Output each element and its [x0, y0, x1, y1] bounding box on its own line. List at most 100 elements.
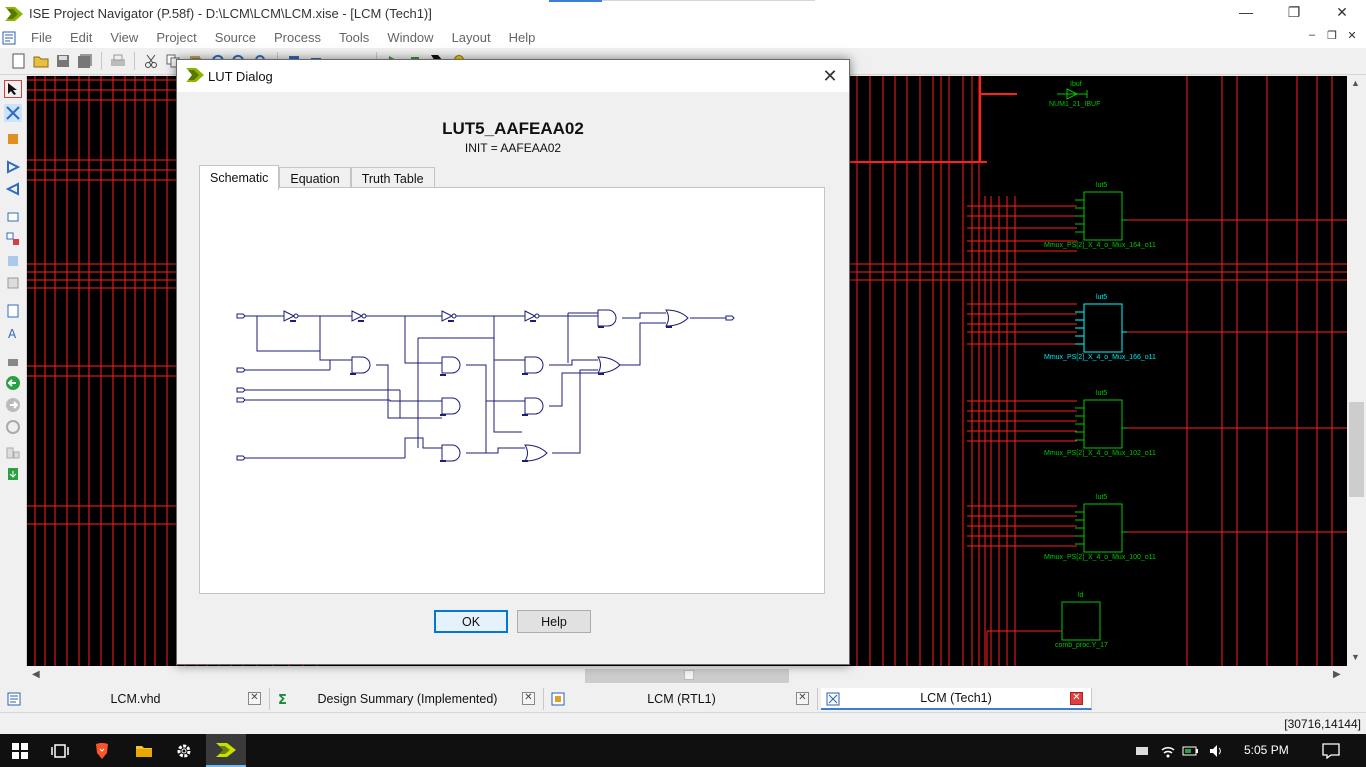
vertical-scrollbar[interactable]: ▲ ▼ [1347, 76, 1366, 666]
windows-taskbar: 5:05 PM [0, 734, 1366, 767]
print-icon[interactable] [109, 52, 127, 70]
tab-lcm-vhd[interactable]: LCM.vhd ✕ [2, 688, 270, 710]
dialog-title: LUT Dialog [208, 69, 273, 84]
dialog-close-button[interactable]: ✕ [819, 65, 841, 87]
add-wire-icon[interactable] [4, 104, 22, 122]
brave-browser-icon[interactable] [82, 734, 122, 767]
gate-label-mark [598, 326, 604, 328]
tab-close-icon[interactable]: ✕ [1070, 692, 1083, 705]
add-text-icon[interactable]: A [4, 324, 22, 342]
lut-type-label: lut5 [1096, 182, 1108, 189]
horizontal-scrollbar[interactable]: ◀ ▶ [27, 666, 1347, 686]
menu-process[interactable]: Process [265, 30, 330, 45]
menu-tools[interactable]: Tools [330, 30, 378, 45]
save-icon[interactable] [54, 52, 72, 70]
document-tabs: LCM.vhd ✕ Σ Design Summary (Implemented)… [0, 686, 1366, 712]
refresh-icon[interactable] [4, 418, 22, 436]
windows-start-icon[interactable] [0, 734, 40, 767]
gate-wire [236, 367, 246, 373]
gate-wire [389, 400, 442, 402]
maximize-button[interactable]: ❐ [1270, 0, 1318, 24]
gate-label-mark [522, 373, 528, 375]
menu-edit[interactable]: Edit [61, 30, 101, 45]
forward-arrow-icon[interactable] [4, 396, 22, 414]
scroll-left-arrow-icon[interactable]: ◀ [32, 669, 40, 680]
menu-window[interactable]: Window [378, 30, 442, 45]
ok-button[interactable]: OK [434, 610, 508, 633]
menu-view[interactable]: View [101, 30, 147, 45]
mdi-restore-button[interactable]: ❐ [1324, 27, 1340, 43]
tab-close-icon[interactable]: ✕ [248, 692, 261, 705]
gate-wire [466, 447, 525, 454]
menu-layout[interactable]: Layout [443, 30, 500, 45]
close-window-button[interactable]: ✕ [1318, 0, 1366, 24]
task-view-icon[interactable] [40, 734, 80, 767]
tab-close-icon[interactable]: ✕ [796, 692, 809, 705]
tab-equation[interactable]: Equation [279, 167, 351, 189]
cut-icon[interactable] [142, 52, 160, 70]
lut-instance-label-selected: Mmux_PS[2]_X_4_o_Mux_166_o11 [1044, 354, 1156, 361]
open-folder-icon[interactable] [32, 52, 50, 70]
gate-wire [351, 310, 364, 322]
gate-wire [293, 313, 299, 319]
lut-init-value: INIT = AAFEAA02 [464, 141, 562, 155]
gate-wire [534, 313, 540, 319]
file-explorer-icon[interactable] [124, 734, 164, 767]
lut-type-label: lut5 [1096, 494, 1108, 501]
dialog-tabs: Schematic Equation Truth Table [199, 165, 435, 190]
menu-bar: File Edit View Project Source Process To… [0, 27, 1366, 48]
help-button[interactable]: Help [517, 610, 591, 633]
action-center-icon[interactable] [1312, 734, 1350, 767]
expand-icon[interactable] [4, 158, 22, 176]
net-icon[interactable] [4, 252, 22, 270]
properties-icon[interactable] [4, 302, 22, 320]
settings-gear-icon[interactable] [164, 734, 204, 767]
tab-label: LCM.vhd [110, 692, 161, 706]
gate-wire [549, 359, 598, 366]
document-icon [2, 31, 16, 44]
gate-wire [524, 444, 548, 462]
window-controls: — ❐ ✕ [1222, 0, 1366, 24]
taskbar-clock[interactable]: 5:05 PM [1244, 743, 1289, 757]
scroll-down-arrow-icon[interactable]: ▼ [1351, 652, 1360, 662]
bus-icon[interactable] [4, 274, 22, 292]
mdi-minimize-button[interactable]: – [1304, 27, 1320, 43]
tab-lcm-tech1[interactable]: LCM (Tech1) ✕ [821, 688, 1092, 710]
menu-source[interactable]: Source [206, 30, 265, 45]
menu-file[interactable]: File [22, 30, 61, 45]
new-file-icon[interactable] [10, 52, 28, 70]
scroll-right-arrow-icon[interactable]: ▶ [1333, 669, 1341, 680]
menu-help[interactable]: Help [500, 30, 545, 45]
minimize-button[interactable]: — [1222, 0, 1270, 24]
menu-project[interactable]: Project [147, 30, 205, 45]
add-symbol-icon[interactable] [4, 130, 22, 148]
collapse-icon[interactable] [4, 180, 22, 198]
tab-design-summary[interactable]: Σ Design Summary (Implemented) ✕ [272, 688, 544, 710]
tab-lcm-rtl1[interactable]: LCM (RTL1) ✕ [546, 688, 818, 710]
tab-close-icon[interactable]: ✕ [522, 692, 535, 705]
ise-taskbar-icon[interactable] [206, 734, 246, 767]
mdi-close-button[interactable]: ✕ [1344, 27, 1360, 43]
save-all-icon[interactable] [76, 52, 94, 70]
gate-wire [404, 316, 442, 364]
remove-pin-icon[interactable] [4, 230, 22, 248]
schematic-panel [199, 187, 825, 594]
download-icon[interactable] [4, 466, 22, 484]
tab-schematic[interactable]: Schematic [199, 165, 280, 190]
latch-instance-label: comb_proc.Y_17 [1055, 642, 1108, 649]
tab-label: LCM (Tech1) [920, 691, 992, 705]
tab-truth-table[interactable]: Truth Table [350, 167, 435, 189]
scroll-up-arrow-icon[interactable]: ▲ [1351, 78, 1360, 88]
volume-icon[interactable] [1200, 734, 1234, 767]
add-pin-icon[interactable] [4, 208, 22, 226]
select-pointer-icon[interactable] [4, 80, 22, 98]
gate-wire [441, 356, 461, 374]
schematic-tool-strip: A [0, 76, 27, 666]
vertical-scroll-thumb[interactable] [1349, 402, 1364, 497]
toolbar-separator [134, 52, 135, 70]
gate-wire [236, 397, 246, 403]
hierarchy-icon[interactable] [4, 444, 22, 462]
print-schematic-icon[interactable] [4, 352, 22, 370]
schematic-component [1061, 601, 1101, 641]
back-arrow-icon[interactable] [4, 374, 22, 392]
